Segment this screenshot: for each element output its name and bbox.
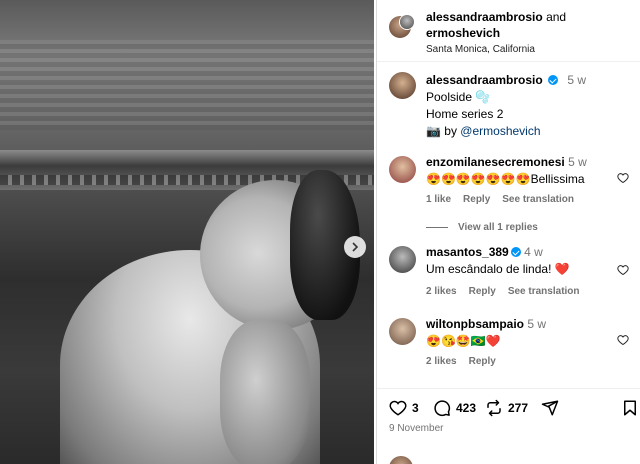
post-date: 9 November	[389, 423, 444, 434]
comment-likes[interactable]: 1 like	[426, 194, 451, 205]
post-detail-panel: alessandraambrosio and ermoshevich Santa…	[376, 0, 640, 464]
share-button[interactable]	[541, 399, 564, 417]
next-photo-button[interactable]	[344, 236, 366, 258]
comment-time: 5 w	[527, 317, 547, 331]
likes-count: 3	[412, 401, 419, 415]
reply-button[interactable]: Reply	[469, 356, 496, 367]
comment-meta: 2 likes Reply See translation	[426, 286, 592, 297]
comment-username[interactable]: masantos_389	[426, 245, 509, 259]
bookmark-icon	[624, 400, 636, 416]
verified-icon	[510, 247, 521, 257]
heart-icon[interactable]	[617, 264, 629, 276]
reply-button[interactable]: Reply	[469, 286, 496, 297]
view-replies-button[interactable]: View all 1 replies	[426, 222, 538, 233]
comment-time: 4 w	[524, 245, 543, 259]
author-username[interactable]: alessandraambrosio	[426, 10, 543, 24]
avatar[interactable]	[389, 318, 416, 345]
comment-text: Um escândalo de linda! ❤️	[426, 262, 570, 276]
comment-text: 😍😘🤩🇧🇷❤️	[426, 334, 501, 348]
photo-subject-arm	[220, 320, 310, 464]
post-actions: 3 423 277	[377, 388, 640, 428]
avatar[interactable]	[389, 156, 416, 183]
reply-button[interactable]: Reply	[463, 194, 490, 205]
avatar[interactable]	[399, 14, 415, 30]
reposts-count: 277	[508, 401, 529, 415]
repost-icon	[487, 399, 501, 417]
caption-line-1: Poolside 🫧	[426, 90, 491, 104]
save-button[interactable]	[621, 399, 640, 417]
view-replies-label: View all 1 replies	[458, 222, 538, 233]
avatar	[389, 456, 413, 464]
comment-time: 5 w	[568, 155, 587, 169]
comment-username[interactable]: enzomilanesecremonesi	[426, 155, 565, 169]
camera-prefix: 📷 by	[426, 124, 461, 138]
chevron-right-icon	[352, 242, 359, 252]
comment-likes[interactable]: 2 likes	[426, 286, 457, 297]
see-translation-button[interactable]: See translation	[502, 194, 574, 205]
and-text: and	[546, 10, 567, 24]
post-authors: alessandraambrosio and ermoshevich Santa…	[426, 9, 626, 55]
caption-line-2: Home series 2	[426, 107, 504, 121]
pool-water	[0, 40, 374, 130]
comment-button[interactable]: 423	[433, 399, 476, 417]
heart-icon[interactable]	[617, 334, 629, 346]
send-icon	[541, 400, 559, 416]
like-button[interactable]: 3	[389, 399, 419, 417]
divider	[426, 226, 448, 228]
comments-count: 423	[456, 401, 477, 415]
comment-text: 😍😍😍😍😍😍😍Bellissima	[426, 172, 585, 186]
post-photo[interactable]	[0, 0, 374, 464]
repost-button[interactable]: 277	[485, 399, 528, 417]
comment-meta: 2 likes Reply	[426, 356, 508, 367]
heart-icon	[389, 400, 407, 416]
caption-time: 5 w	[567, 73, 587, 87]
comment-meta: 1 like Reply See translation	[426, 194, 586, 205]
comment-likes[interactable]: 2 likes	[426, 356, 457, 367]
caption-username[interactable]: alessandraambrosio	[426, 73, 543, 87]
avatar[interactable]	[389, 246, 416, 273]
verified-icon	[548, 75, 559, 85]
comment-username[interactable]: wiltonpbsampaio	[426, 317, 524, 331]
post-header: alessandraambrosio and ermoshevich Santa…	[377, 0, 640, 62]
coauthor-username[interactable]: ermoshevich	[426, 25, 626, 41]
see-translation-button[interactable]: See translation	[508, 286, 580, 297]
photo-credit-link[interactable]: @ermoshevich	[460, 124, 540, 138]
location-link[interactable]: Santa Monica, California	[426, 44, 626, 55]
comment-icon	[434, 400, 451, 417]
avatar[interactable]	[389, 72, 416, 99]
heart-icon[interactable]	[617, 172, 629, 184]
